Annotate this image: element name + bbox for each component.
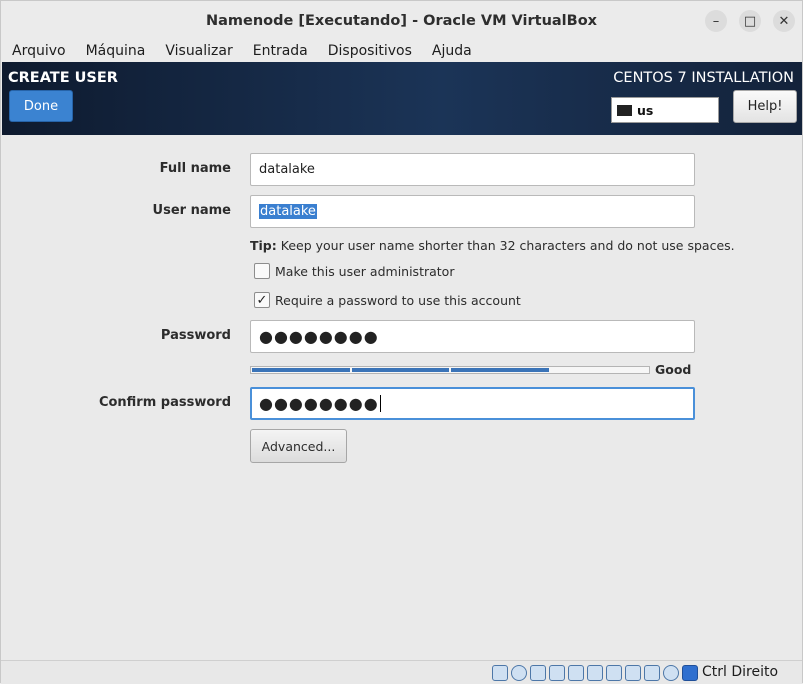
- password-value: ●●●●●●●●: [259, 327, 379, 346]
- menu-item-ajuda[interactable]: Ajuda: [421, 41, 481, 62]
- confirm-password-value: ●●●●●●●●: [259, 394, 379, 413]
- virtualbox-window: Namenode [Executando] - Oracle VM Virtua…: [0, 0, 803, 684]
- confirm-password-field[interactable]: ●●●●●●●●: [250, 387, 695, 420]
- username-tip: Tip: Keep your user name shorter than 32…: [250, 238, 735, 253]
- maximize-icon: □: [743, 13, 757, 29]
- admin-checkbox-label: Make this user administrator: [275, 263, 455, 279]
- mouse-integration-icon[interactable]: [663, 665, 679, 681]
- video-capture-icon[interactable]: [625, 665, 641, 681]
- hard-disk-icon[interactable]: [492, 665, 508, 681]
- virtualization-icon[interactable]: [644, 665, 660, 681]
- installer-header: CREATE USER CENTOS 7 INSTALLATION Done u…: [2, 62, 802, 135]
- shared-folders-icon[interactable]: [587, 665, 603, 681]
- minimize-button[interactable]: –: [705, 10, 727, 32]
- full-name-label: Full name: [159, 161, 231, 176]
- user-name-field[interactable]: datalake: [250, 195, 695, 228]
- strength-segment: [252, 368, 350, 372]
- usb-icon[interactable]: [568, 665, 584, 681]
- menu-item-entrada[interactable]: Entrada: [242, 41, 317, 62]
- menu-item-visualizar[interactable]: Visualizar: [154, 41, 241, 62]
- user-name-value: datalake: [259, 204, 317, 219]
- menu-item-dispositivos[interactable]: Dispositivos: [317, 41, 421, 62]
- password-field[interactable]: ●●●●●●●●: [250, 320, 695, 353]
- close-button[interactable]: ✕: [773, 10, 795, 32]
- strength-segment: [551, 368, 649, 372]
- advanced-button[interactable]: Advanced...: [250, 429, 347, 463]
- password-strength-meter: [250, 366, 650, 374]
- text-caret: [379, 395, 381, 412]
- keyboard-layout-label: us: [637, 102, 654, 118]
- menu-bar: Arquivo Máquina Visualizar Entrada Dispo…: [1, 41, 802, 62]
- password-label: Password: [160, 328, 231, 343]
- title-bar[interactable]: Namenode [Executando] - Oracle VM Virtua…: [1, 1, 802, 41]
- audio-icon[interactable]: [530, 665, 546, 681]
- keyboard-capture-icon[interactable]: [682, 665, 698, 681]
- done-button[interactable]: Done: [9, 90, 73, 122]
- full-name-field[interactable]: datalake: [250, 153, 695, 186]
- admin-checkbox-box[interactable]: [254, 263, 270, 279]
- optical-drive-icon[interactable]: [511, 665, 527, 681]
- keyboard-icon: [617, 104, 632, 116]
- minimize-icon: –: [712, 13, 720, 29]
- strength-segment: [351, 368, 449, 372]
- status-icons: [492, 665, 698, 681]
- full-name-value: datalake: [259, 162, 315, 177]
- menu-item-arquivo[interactable]: Arquivo: [1, 41, 75, 62]
- require-password-label: Require a password to use this account: [275, 292, 521, 308]
- display-icon[interactable]: [606, 665, 622, 681]
- vm-screen: CREATE USER CENTOS 7 INSTALLATION Done u…: [2, 62, 802, 660]
- installation-title: CENTOS 7 INSTALLATION: [613, 70, 794, 86]
- require-password-checkbox[interactable]: ✓ Require a password to use this account: [254, 292, 521, 308]
- page-title: CREATE USER: [8, 70, 118, 86]
- admin-checkbox[interactable]: Make this user administrator: [254, 263, 454, 279]
- keyboard-layout-indicator[interactable]: us: [611, 97, 719, 123]
- host-key-label: Ctrl Direito: [702, 664, 779, 680]
- status-bar: Ctrl Direito: [1, 660, 802, 684]
- window-title: Namenode [Executando] - Oracle VM Virtua…: [205, 13, 598, 29]
- checkmark-icon[interactable]: ✓: [254, 292, 270, 308]
- help-button[interactable]: Help!: [733, 90, 797, 123]
- tip-text: Keep your user name shorter than 32 char…: [276, 238, 735, 253]
- close-icon: ✕: [778, 13, 790, 29]
- menu-item-maquina[interactable]: Máquina: [75, 41, 155, 62]
- strength-segment: [451, 368, 549, 372]
- user-name-label: User name: [152, 203, 231, 218]
- password-strength-label: Good: [655, 362, 692, 377]
- confirm-password-label: Confirm password: [98, 395, 231, 410]
- tip-prefix: Tip:: [250, 238, 277, 253]
- maximize-button[interactable]: □: [739, 10, 761, 32]
- network-icon[interactable]: [549, 665, 565, 681]
